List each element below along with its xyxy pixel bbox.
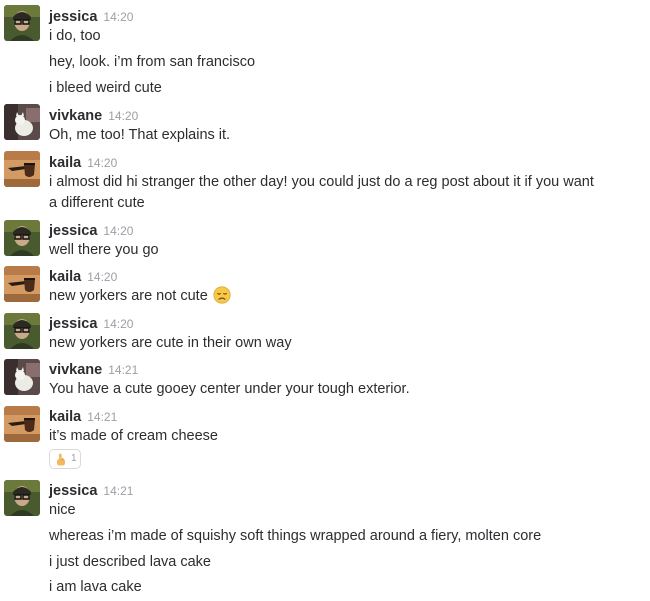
message-text: hey, look. i’m from san francisco [49, 54, 256, 70]
username-jessica[interactable]: jessica 14:21 [49, 482, 133, 500]
avatar-jessica[interactable] [4, 313, 40, 349]
timestamp[interactable]: 14:21 [103, 484, 133, 498]
avatar-jessica[interactable] [4, 220, 40, 256]
timestamp[interactable]: 14:20 [87, 270, 117, 284]
message-text: nice [49, 502, 76, 518]
username-vivkane[interactable]: vivkane 14:21 [49, 361, 138, 379]
author-name[interactable]: kaila [49, 409, 81, 425]
reaction-pill[interactable]: 1 [49, 449, 81, 469]
pointing-up-hand-icon [55, 453, 67, 466]
timestamp[interactable]: 14:21 [87, 410, 117, 424]
disappointed-face-icon[interactable] [213, 286, 231, 304]
message-text: Oh, me too! That explains it. [49, 127, 231, 143]
message-text: well there you go [49, 242, 159, 258]
avatar-kaila[interactable] [4, 151, 40, 187]
timestamp[interactable]: 14:20 [87, 156, 117, 170]
avatar-jessica[interactable] [4, 5, 40, 41]
message-text: it’s made of cream cheese [49, 428, 218, 444]
username-vivkane[interactable]: vivkane 14:20 [49, 107, 138, 125]
author-name[interactable]: jessica [49, 316, 97, 332]
message-text: new yorkers are not cute [49, 286, 231, 306]
message-text: new yorkers are cute in their own way [49, 335, 292, 351]
avatar-kaila[interactable] [4, 266, 40, 302]
message-text: a different cute [49, 195, 145, 211]
author-name[interactable]: vivkane [49, 362, 102, 378]
message-text: i almost did hi stranger the other day! … [49, 174, 594, 190]
timestamp[interactable]: 14:20 [108, 109, 138, 123]
avatar-jessica[interactable] [4, 480, 40, 516]
username-kaila[interactable]: kaila 14:20 [49, 268, 117, 286]
username-kaila[interactable]: kaila 14:21 [49, 408, 117, 426]
timestamp[interactable]: 14:20 [103, 317, 133, 331]
message-text: i am lava cake [49, 579, 142, 595]
avatar-vivkane[interactable] [4, 104, 40, 140]
username-jessica[interactable]: jessica 14:20 [49, 222, 133, 240]
timestamp[interactable]: 14:21 [108, 363, 138, 377]
timestamp[interactable]: 14:20 [103, 10, 133, 24]
message-text: i just described lava cake [49, 554, 211, 570]
message-text: i do, too [49, 28, 101, 44]
author-name[interactable]: kaila [49, 269, 81, 285]
author-name[interactable]: jessica [49, 9, 97, 25]
timestamp[interactable]: 14:20 [103, 224, 133, 238]
message-feed: jessica 14:20 i do, too hey, look. i’m fr… [0, 0, 650, 601]
message-text: You have a cute gooey center under your … [49, 381, 410, 397]
reaction-count: 1 [71, 453, 77, 464]
author-name[interactable]: vivkane [49, 108, 102, 124]
avatar-vivkane[interactable] [4, 359, 40, 395]
username-kaila[interactable]: kaila 14:20 [49, 154, 117, 172]
message-text: i bleed weird cute [49, 80, 162, 96]
author-name[interactable]: kaila [49, 155, 81, 171]
author-name[interactable]: jessica [49, 483, 97, 499]
avatar-kaila[interactable] [4, 406, 40, 442]
message-text: whereas i’m made of squishy soft things … [49, 528, 542, 544]
username-jessica[interactable]: jessica 14:20 [49, 315, 133, 333]
username-jessica[interactable]: jessica 14:20 [49, 8, 133, 26]
message-text-content: new yorkers are not cute [49, 288, 208, 304]
author-name[interactable]: jessica [49, 223, 97, 239]
